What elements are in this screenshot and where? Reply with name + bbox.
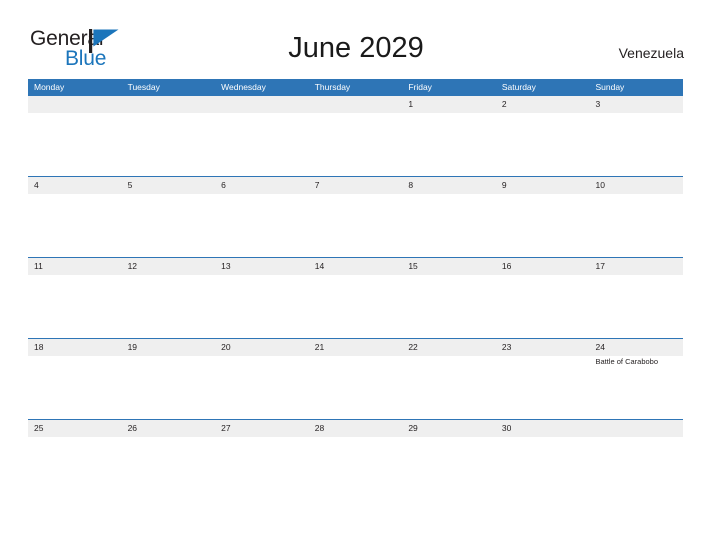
calendar-page: General Blue June 2029 Venezuela Monday …	[0, 0, 712, 550]
day-number: 22	[408, 342, 418, 352]
country-label: Venezuela	[618, 45, 684, 61]
day-cell[interactable]: 30	[495, 420, 590, 500]
calendar-week-cells: 1 2 3	[28, 96, 684, 176]
day-number: 30	[501, 423, 512, 433]
day-number: 20	[221, 342, 231, 352]
day-cell-empty	[589, 420, 684, 500]
day-number: 28	[314, 423, 325, 433]
day-cell[interactable]: 8	[402, 177, 496, 257]
weekday-header-row: Monday Tuesday Wednesday Thursday Friday…	[28, 79, 683, 96]
day-number: 9	[501, 180, 507, 190]
day-cell-empty	[121, 96, 216, 176]
day-number: 6	[221, 180, 226, 190]
calendar-week-cells: 25 26 27 28 29 30	[28, 420, 684, 500]
day-cell[interactable]: 14	[308, 258, 403, 338]
day-number: 3	[595, 99, 601, 109]
day-cell[interactable]: 4	[28, 177, 122, 257]
day-cell[interactable]: 25	[28, 420, 122, 500]
calendar-week-row: 1 2 3	[28, 96, 684, 176]
weekday-friday: Friday	[408, 82, 432, 92]
calendar-week-row: 11 12 13 14 15 16 17	[28, 257, 684, 338]
day-number: 1	[408, 99, 414, 109]
weekday-monday: Monday	[34, 82, 65, 92]
day-number: 29	[408, 423, 418, 433]
weekday-thursday: Thursday	[314, 82, 351, 92]
day-number: 27	[221, 423, 231, 433]
day-cell[interactable]: 1	[402, 96, 496, 176]
calendar-week-cells: 18 19 20 21 22 23 24 Battle of Carabobo	[28, 339, 684, 419]
day-cell[interactable]: 18	[28, 339, 122, 419]
calendar-week-cells: 11 12 13 14 15 16 17	[28, 258, 684, 338]
day-cell[interactable]: 26	[121, 420, 216, 500]
calendar-grid: Monday Tuesday Wednesday Thursday Friday…	[28, 79, 684, 500]
day-events: Battle of Carabobo	[595, 357, 680, 367]
day-number: 7	[314, 180, 320, 190]
day-cell[interactable]: 7	[308, 177, 403, 257]
day-number: 17	[595, 261, 605, 271]
day-number: 15	[408, 261, 418, 271]
day-cell[interactable]: 10	[589, 177, 684, 257]
calendar-week-row: 4 5 6 7 8 9 10	[28, 176, 684, 257]
day-cell[interactable]: 29	[402, 420, 496, 500]
calendar-week-row: 25 26 27 28 29 30	[28, 419, 684, 500]
calendar-week-row: 18 19 20 21 22 23 24 Battle of Carabobo	[28, 338, 684, 419]
day-cell[interactable]: 5	[121, 177, 216, 257]
day-cell[interactable]: 22	[402, 339, 496, 419]
day-cell[interactable]: 9	[495, 177, 590, 257]
weekday-tuesday: Tuesday	[127, 82, 160, 92]
day-cell[interactable]: 19	[121, 339, 216, 419]
day-number: 24	[595, 342, 605, 352]
day-cell[interactable]: 16	[495, 258, 590, 338]
day-cell[interactable]: 11	[28, 258, 122, 338]
weekday-wednesday: Wednesday	[221, 82, 266, 92]
day-cell[interactable]: 24 Battle of Carabobo	[589, 339, 684, 419]
weekday-sunday: Sunday	[595, 82, 625, 92]
day-cell[interactable]: 13	[215, 258, 309, 338]
day-number: 23	[501, 342, 512, 352]
day-number: 21	[314, 342, 325, 352]
page-header: General Blue June 2029 Venezuela	[0, 0, 712, 78]
day-cell[interactable]: 2	[495, 96, 590, 176]
day-number: 25	[34, 423, 44, 433]
day-number: 26	[127, 423, 138, 433]
day-number: 10	[595, 180, 605, 190]
day-number: 16	[501, 261, 512, 271]
page-title: June 2029	[288, 32, 424, 64]
day-number: 18	[34, 342, 44, 352]
day-number: 11	[34, 261, 43, 271]
day-cell[interactable]: 23	[495, 339, 590, 419]
event-label: Battle of Carabobo	[595, 357, 659, 366]
day-cell[interactable]: 6	[215, 177, 309, 257]
weekday-saturday: Saturday	[501, 82, 536, 92]
day-cell[interactable]: 15	[402, 258, 496, 338]
day-cell[interactable]: 21	[308, 339, 403, 419]
day-number: 14	[314, 261, 325, 271]
calendar-weeks: 1 2 3 4 5 6 7 8 9 10 11 12 13 14 15 16 17 18 19 20 21 22 23 24 B…	[28, 96, 684, 500]
day-cell[interactable]: 17	[589, 258, 684, 338]
day-cell[interactable]: 28	[308, 420, 403, 500]
calendar-week-cells: 4 5 6 7 8 9 10	[28, 177, 684, 257]
day-number: 8	[408, 180, 414, 190]
day-cell-empty	[28, 96, 122, 176]
day-number: 4	[34, 180, 39, 190]
day-cell-empty	[215, 96, 309, 176]
day-number: 2	[501, 99, 507, 109]
day-cell-empty	[308, 96, 403, 176]
day-cell[interactable]: 3	[589, 96, 684, 176]
day-number: 19	[127, 342, 138, 352]
day-cell[interactable]: 12	[121, 258, 216, 338]
day-number: 5	[127, 180, 133, 190]
day-number: 12	[127, 261, 138, 271]
day-cell[interactable]: 27	[215, 420, 309, 500]
day-cell[interactable]: 20	[215, 339, 309, 419]
day-number: 13	[221, 261, 231, 271]
